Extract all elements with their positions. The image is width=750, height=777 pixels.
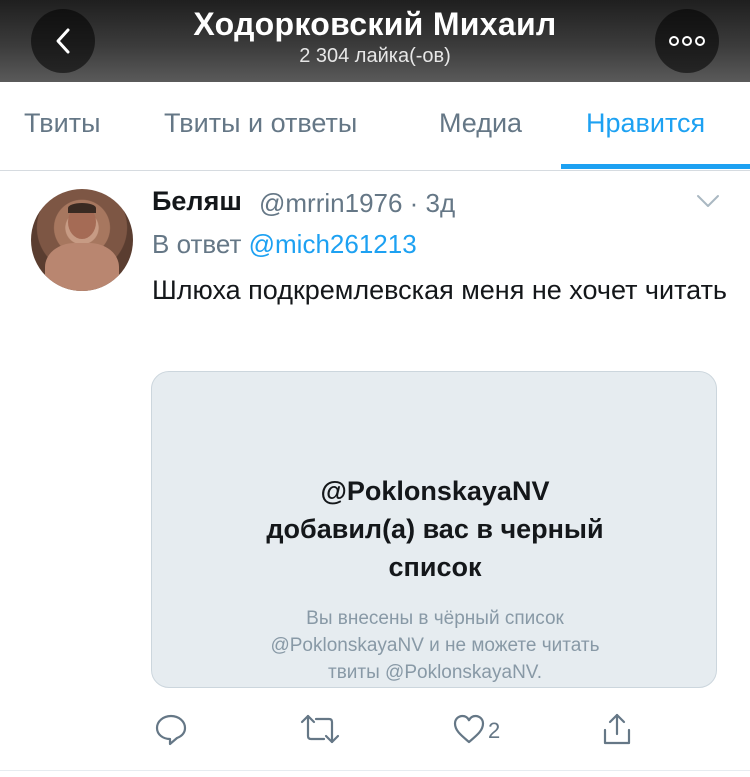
more-dots-icon [669,36,705,46]
divider [0,770,750,771]
reply-icon[interactable] [154,712,188,746]
header-like-count: 2 304 лайка(-ов) [299,45,451,67]
more-button[interactable] [655,9,719,73]
share-icon[interactable] [600,712,634,746]
chevron-down-icon[interactable] [696,193,720,209]
profile-tabs: Твиты Твиты и ответы Медиа Нравится [0,82,750,171]
active-tab-indicator [561,164,750,169]
like-count: 2 [488,718,501,743]
reply-handle-link[interactable]: @mich261213 [249,229,417,259]
card-body: Вы внесены в чёрный список @PoklonskayaN… [270,608,600,683]
card-title: @PoklonskayaNV добавил(а) вас в черный с… [266,476,604,582]
reply-prefix: В ответ [152,229,242,259]
tab-likes[interactable]: Нравится [586,108,705,139]
profile-header: Ходорковский Михаил 2 304 лайка(-ов) [0,0,750,82]
tweet-author-name[interactable]: Беляш [152,186,242,217]
blocked-notice-card[interactable]: @PoklonskayaNV добавил(а) вас в черный с… [151,371,717,688]
tab-tweets-and-replies[interactable]: Твиты и ответы [164,108,357,139]
header-title: Ходорковский Михаил [193,6,557,42]
tab-media[interactable]: Медиа [439,108,522,139]
tweet-text: Шлюха подкремлевская меня не хочет читат… [152,275,728,305]
heart-icon[interactable] [452,712,486,746]
tweet-author-meta: @mrrin1976 · 3д [259,188,456,218]
avatar[interactable] [31,189,133,291]
reply-context: В ответ @mich261213 [152,229,417,260]
retweet-icon[interactable] [300,712,340,746]
tab-tweets[interactable]: Твиты [24,108,101,139]
